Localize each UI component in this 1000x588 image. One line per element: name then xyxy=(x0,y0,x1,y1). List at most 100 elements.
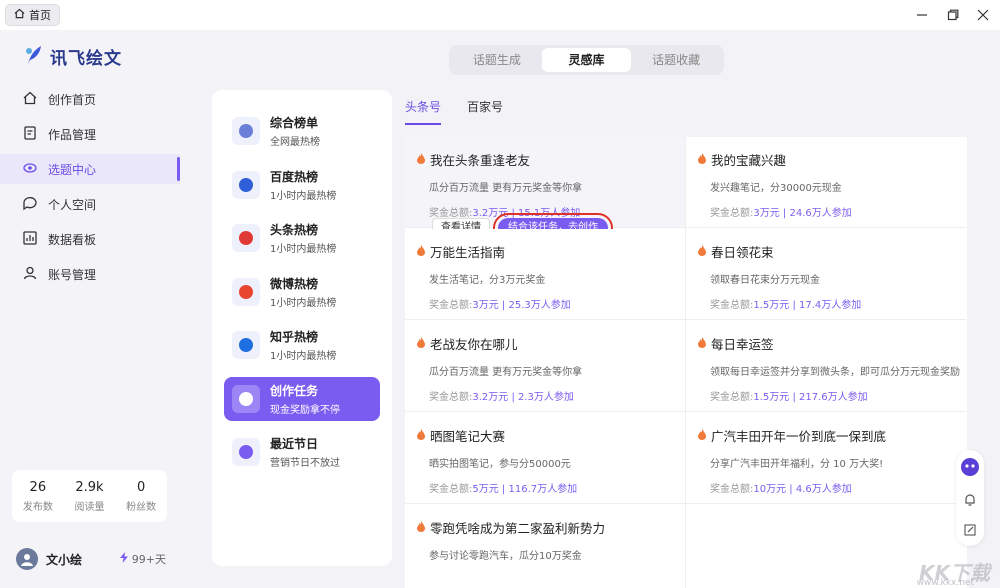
card-title-row: 万能生活指南 xyxy=(417,242,673,261)
flame-icon xyxy=(698,152,706,167)
edit-icon[interactable] xyxy=(964,524,976,539)
card-description: 瓜分百万流量 更有万元奖金等你拿 xyxy=(429,183,583,194)
baidu-icon xyxy=(232,170,260,199)
category-title: 最近节日 xyxy=(270,437,319,451)
sidebar-item-5[interactable]: 账号管理 xyxy=(0,259,180,289)
bonus-amount: 3万元 xyxy=(472,300,499,311)
sidebar-item-3[interactable]: 个人空间 xyxy=(0,189,180,219)
stat-number: 26 xyxy=(29,479,47,495)
sub-tab-1[interactable]: 百家号 xyxy=(467,98,503,125)
meta-separator: | xyxy=(789,392,800,403)
bonus-amount: 3万元 xyxy=(753,208,780,219)
avatar xyxy=(16,548,38,570)
category-title: 创作任务 xyxy=(270,383,319,398)
home-icon xyxy=(22,90,38,109)
bonus-label: 奖金总额: xyxy=(710,392,754,403)
maximize-icon[interactable] xyxy=(943,5,963,25)
flame-icon xyxy=(417,336,425,351)
category-item-6[interactable]: 最近节日 营销节日不放过 xyxy=(224,430,380,474)
top-tabs: 话题生成 灵感库 话题收藏 xyxy=(449,45,724,75)
card-title-row: 我在头条重逢老友 xyxy=(417,150,673,169)
task-grid: 我在头条重逢老友瓜分百万流量 更有万元奖金等你拿奖金总额:3.2万元 | 15.… xyxy=(405,137,967,588)
category-item-2[interactable]: 头条热榜 1小时内最热榜 xyxy=(224,216,380,260)
card-title-row: 老战友你在哪儿 xyxy=(417,334,673,353)
stat-item: 0 粉丝数 xyxy=(126,480,156,513)
card-title: 晒图笔记大赛 xyxy=(430,429,506,444)
participants-count: 17.4万人参加 xyxy=(799,300,862,311)
card-title: 零跑凭啥成为第二家盈利新势力 xyxy=(430,521,606,536)
task-card[interactable]: 晒图笔记大赛 晒实拍图笔记，参与分50000元 奖金总额:5万元 | 116.7万人… xyxy=(405,413,685,504)
bell-icon[interactable] xyxy=(964,493,976,510)
sidebar-item-label: 账号管理 xyxy=(48,267,97,282)
task-card[interactable]: 每日幸运签 领取每日幸运签并分享到微头条，即可瓜分万元现金奖励 奖金总额:1.5万元… xyxy=(686,321,966,412)
chat-icon xyxy=(22,195,38,214)
card-title-row: 我的宝藏兴趣 xyxy=(698,150,954,169)
task-card[interactable]: 广汽丰田开年一价到底一保到底 分享广汽丰田开年福利，分 10 万大奖! 奖金总额:1… xyxy=(686,413,966,504)
top-tab-0[interactable]: 话题生成 xyxy=(452,48,542,72)
sidebar-item-label: 个人空间 xyxy=(48,197,97,212)
card-title: 每日幸运签 xyxy=(711,337,774,352)
category-text: 综合榜单 全网最热榜 xyxy=(270,114,320,148)
category-item-5[interactable]: 创作任务 现金奖励拿不停 xyxy=(224,376,380,421)
assistant-icon[interactable] xyxy=(960,457,980,480)
stat-item: 2.9k 阅读量 xyxy=(74,480,104,513)
flame-icon xyxy=(417,244,425,259)
card-meta: 奖金总额:3万元 | 25.3万人参加 xyxy=(417,296,673,311)
category-title: 综合榜单 xyxy=(270,116,319,130)
bonus-label: 奖金总额: xyxy=(710,484,754,495)
participants-count: 116.7万人参加 xyxy=(508,484,578,495)
bonus-amount: 1.5万元 xyxy=(753,300,790,311)
zhihu-icon xyxy=(232,331,260,359)
card-title-row: 零跑凭啥成为第二家盈利新势力 xyxy=(417,518,673,537)
bonus-label: 奖金总额: xyxy=(429,300,473,311)
tab-home-label: 首页 xyxy=(29,9,51,22)
bonus-amount: 3.2万元 xyxy=(472,392,509,403)
category-text: 百度热榜 1小时内最热榜 xyxy=(270,168,336,202)
task-card[interactable]: 我在头条重逢老友瓜分百万流量 更有万元奖金等你拿奖金总额:3.2万元 | 15.… xyxy=(405,137,685,243)
main-area: 话题生成 灵感库 话题收藏 综合榜单 全网最热榜 百度热榜 1小时内最热榜头条热榜 1小时内… xyxy=(180,30,1000,588)
tab-home[interactable]: 首页 xyxy=(5,4,60,26)
meta-separator: | xyxy=(508,392,519,403)
card-meta: 奖金总额:1.5万元 | 217.6万人参加 xyxy=(698,388,954,403)
card-description: 领取春日花束分万元现金 xyxy=(710,275,820,286)
minimize-icon[interactable] xyxy=(912,5,932,25)
task-card[interactable]: 万能生活指南 发生活笔记，分3万元奖金 奖金总额:3万元 | 25.3万人参加 xyxy=(405,229,685,320)
task-card[interactable]: 我的宝藏兴趣 发兴趣笔记，分30000元现金 奖金总额:3万元 | 24.6万人参加 xyxy=(686,137,966,228)
watermark-url: www.kkx.net xyxy=(916,578,975,588)
toutiao-icon xyxy=(232,224,260,252)
bonus-amount: 1.5万元 xyxy=(753,392,790,403)
float-toolbar xyxy=(956,450,984,546)
category-item-4[interactable]: 知乎热榜 1小时内最热榜 xyxy=(224,323,380,367)
task-card[interactable]: 老战友你在哪儿 瓜分百万流量 更有万元奖金等你拿 奖金总额:3.2万元 | 2.3万… xyxy=(405,321,685,412)
card-meta: 奖金总额:1.5万元 | 17.4万人参加 xyxy=(698,296,954,311)
task-card[interactable]: 零跑凭啥成为第二家盈利新势力 参与讨论零跑汽车，瓜分10万奖金 xyxy=(405,505,685,588)
category-item-3[interactable]: 微博热榜 1小时内最热榜 xyxy=(224,270,380,314)
lightning-icon xyxy=(119,552,128,566)
meta-separator: | xyxy=(786,484,796,495)
stat-item: 26 发布数 xyxy=(23,480,53,513)
sidebar-item-4[interactable]: 数据看板 xyxy=(0,224,180,254)
sidebar-item-0[interactable]: 创作首页 xyxy=(0,84,180,114)
card-title: 春日领花束 xyxy=(711,245,774,260)
user-profile[interactable]: 文小绘 99+天 xyxy=(16,548,166,570)
title-bar: 首页 xyxy=(0,0,1000,30)
card-description: 领取每日幸运签并分享到微头条，即可瓜分万元现金奖励 xyxy=(710,367,960,378)
sidebar-item-1[interactable]: 作品管理 xyxy=(0,119,180,149)
category-item-1[interactable]: 百度热榜 1小时内最热榜 xyxy=(224,163,380,207)
category-item-0[interactable]: 综合榜单 全网最热榜 xyxy=(224,109,380,153)
logo-text: 讯飞绘文 xyxy=(50,49,122,69)
card-meta: 奖金总额:3.2万元 | 15.1万人参加 xyxy=(417,204,673,219)
bonus-amount: 5万元 xyxy=(472,484,499,495)
category-subtitle: 1小时内最热榜 xyxy=(270,244,337,255)
chart-icon xyxy=(22,230,38,249)
top-tab-1[interactable]: 灵感库 xyxy=(541,48,632,72)
sub-tab-0[interactable]: 头条号 xyxy=(405,98,442,125)
top-tab-2[interactable]: 话题收藏 xyxy=(631,48,721,72)
flame-icon xyxy=(417,520,425,535)
participants-count: 4.6万人参加 xyxy=(795,484,852,495)
task-card[interactable]: 春日领花束领取春日花束分万元现金奖金总额:1.5万元 | 17.4万人参加 xyxy=(686,229,966,320)
stat-label: 发布数 xyxy=(22,501,53,513)
app-logo: 讯飞绘文 xyxy=(24,44,122,69)
sidebar-item-2[interactable]: 选题中心 xyxy=(0,154,180,184)
close-icon[interactable] xyxy=(973,5,993,25)
